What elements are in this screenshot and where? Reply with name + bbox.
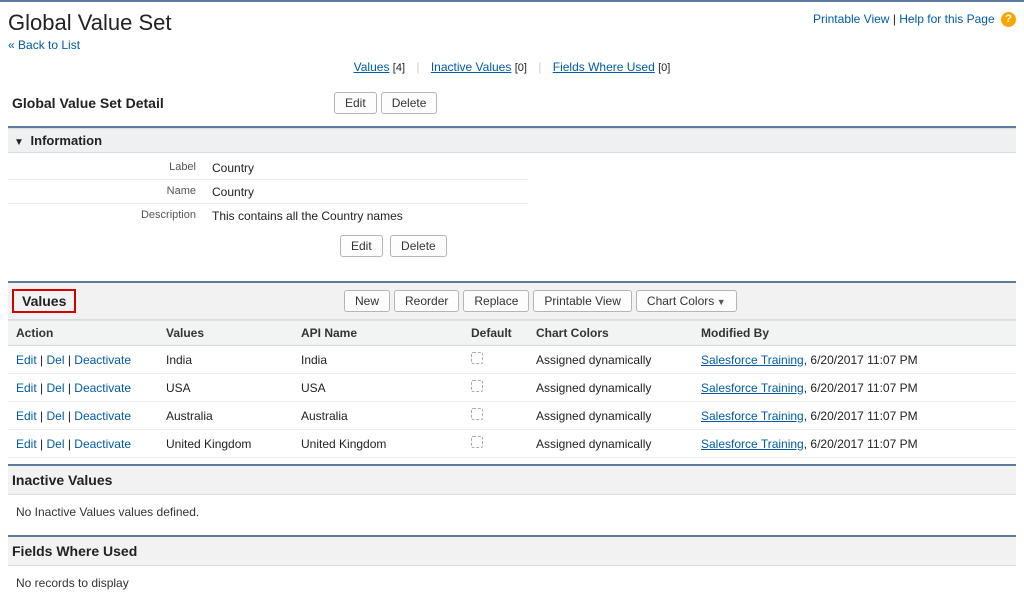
information-header[interactable]: ▼ Information — [8, 128, 1016, 153]
row-value: Australia — [158, 402, 293, 430]
back-to-list-link[interactable]: Back to List — [8, 38, 80, 52]
row-edit-link[interactable]: Edit — [16, 437, 37, 451]
row-deactivate-link[interactable]: Deactivate — [74, 437, 131, 451]
modified-by-link[interactable]: Salesforce Training — [701, 381, 804, 395]
checkbox-icon — [471, 436, 483, 448]
row-deactivate-link[interactable]: Deactivate — [74, 409, 131, 423]
anchor-fields-count: [0] — [658, 62, 670, 74]
delete-button-bottom[interactable]: Delete — [390, 235, 447, 257]
anchor-inactive[interactable]: Inactive Values — [431, 60, 512, 74]
separator: | — [408, 60, 427, 74]
help-icon[interactable]: ? — [1001, 12, 1016, 27]
row-api: United Kingdom — [293, 430, 463, 458]
col-api: API Name — [293, 321, 463, 346]
row-default — [463, 374, 528, 402]
checkbox-icon — [471, 352, 483, 364]
printable-view-link[interactable]: Printable View — [813, 12, 890, 26]
anchor-nav: Values [4] | Inactive Values [0] | Field… — [8, 52, 1016, 84]
row-del-link[interactable]: Del — [46, 381, 64, 395]
label-label: Label — [8, 157, 208, 180]
detail-section-title: Global Value Set Detail — [12, 95, 332, 111]
checkbox-icon — [471, 380, 483, 392]
col-values: Values — [158, 321, 293, 346]
row-api: USA — [293, 374, 463, 402]
table-row: Edit | Del | DeactivateUSAUSAAssigned dy… — [8, 374, 1016, 402]
row-del-link[interactable]: Del — [46, 353, 64, 367]
chart-colors-button[interactable]: Chart Colors — [636, 290, 737, 312]
anchor-values[interactable]: Values — [354, 60, 390, 74]
replace-button[interactable]: Replace — [463, 290, 529, 312]
col-chart-colors: Chart Colors — [528, 321, 693, 346]
row-modified: Salesforce Training, 6/20/2017 11:07 PM — [693, 374, 1016, 402]
description-value: This contains all the Country names — [208, 205, 528, 227]
table-row: Edit | Del | DeactivateIndiaIndiaAssigne… — [8, 346, 1016, 374]
printable-view-button[interactable]: Printable View — [533, 290, 632, 312]
row-value: USA — [158, 374, 293, 402]
row-chart-colors: Assigned dynamically — [528, 374, 693, 402]
row-chart-colors: Assigned dynamically — [528, 346, 693, 374]
row-modified: Salesforce Training, 6/20/2017 11:07 PM — [693, 402, 1016, 430]
anchor-fields[interactable]: Fields Where Used — [553, 60, 655, 74]
label-value: Country — [208, 157, 528, 180]
row-api: Australia — [293, 402, 463, 430]
modified-by-link[interactable]: Salesforce Training — [701, 353, 804, 367]
row-modified: Salesforce Training, 6/20/2017 11:07 PM — [693, 430, 1016, 458]
new-button[interactable]: New — [344, 290, 390, 312]
row-edit-link[interactable]: Edit — [16, 381, 37, 395]
row-default — [463, 430, 528, 458]
separator: | — [530, 60, 549, 74]
values-section-title: Values — [12, 289, 76, 313]
row-default — [463, 402, 528, 430]
col-default: Default — [463, 321, 528, 346]
row-edit-link[interactable]: Edit — [16, 353, 37, 367]
col-action: Action — [8, 321, 158, 346]
page-title: Global Value Set — [8, 10, 171, 36]
values-table: Action Values API Name Default Chart Col… — [8, 320, 1016, 458]
table-row: Edit | Del | DeactivateAustraliaAustrali… — [8, 402, 1016, 430]
row-del-link[interactable]: Del — [46, 437, 64, 451]
information-title: Information — [31, 133, 103, 148]
table-row: Edit | Del | DeactivateUnited KingdomUni… — [8, 430, 1016, 458]
row-chart-colors: Assigned dynamically — [528, 402, 693, 430]
collapse-icon: ▼ — [14, 137, 24, 148]
modified-by-link[interactable]: Salesforce Training — [701, 437, 804, 451]
anchor-inactive-count: [0] — [515, 62, 527, 74]
fields-empty-message: No records to display — [8, 566, 1016, 600]
row-deactivate-link[interactable]: Deactivate — [74, 381, 131, 395]
row-edit-link[interactable]: Edit — [16, 409, 37, 423]
help-link[interactable]: Help for this Page — [899, 12, 994, 26]
inactive-section-title: Inactive Values — [12, 472, 342, 488]
row-deactivate-link[interactable]: Deactivate — [74, 353, 131, 367]
anchor-values-count: [4] — [393, 62, 405, 74]
reorder-button[interactable]: Reorder — [394, 290, 459, 312]
name-label: Name — [8, 181, 208, 204]
checkbox-icon — [471, 408, 483, 420]
edit-button-bottom[interactable]: Edit — [340, 235, 383, 257]
col-modified: Modified By — [693, 321, 1016, 346]
row-api: India — [293, 346, 463, 374]
delete-button[interactable]: Delete — [381, 92, 438, 114]
row-modified: Salesforce Training, 6/20/2017 11:07 PM — [693, 346, 1016, 374]
fields-section-title: Fields Where Used — [12, 543, 342, 559]
edit-button[interactable]: Edit — [334, 92, 377, 114]
row-del-link[interactable]: Del — [46, 409, 64, 423]
name-value: Country — [208, 181, 528, 204]
row-default — [463, 346, 528, 374]
row-value: United Kingdom — [158, 430, 293, 458]
description-label: Description — [8, 205, 208, 227]
row-value: India — [158, 346, 293, 374]
modified-by-link[interactable]: Salesforce Training — [701, 409, 804, 423]
row-chart-colors: Assigned dynamically — [528, 430, 693, 458]
inactive-empty-message: No Inactive Values values defined. — [8, 495, 1016, 529]
